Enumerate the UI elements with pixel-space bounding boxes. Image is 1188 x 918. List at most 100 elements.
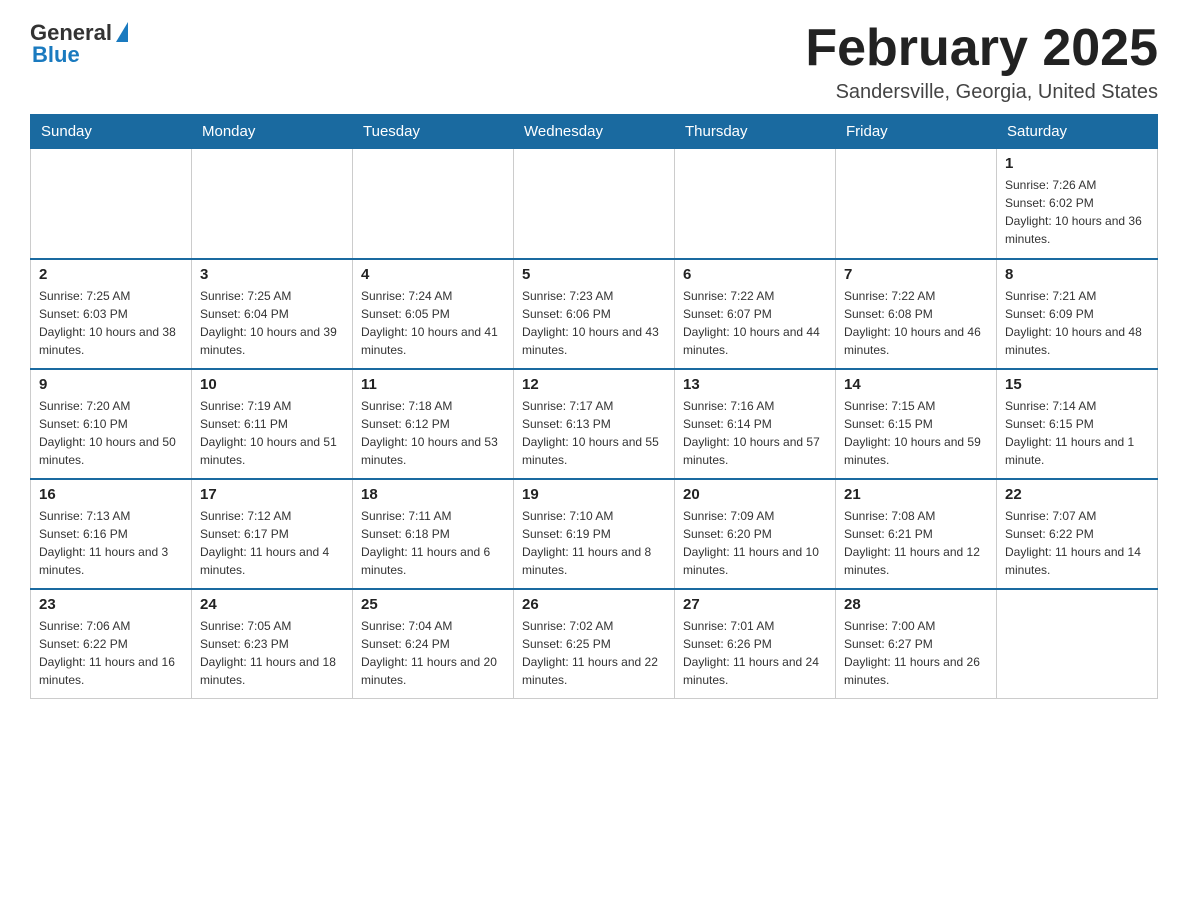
calendar-cell (192, 149, 353, 259)
day-number: 2 (39, 266, 183, 283)
calendar-header-monday: Monday (192, 115, 353, 149)
calendar-header-thursday: Thursday (675, 115, 836, 149)
calendar-week-3: 9 Sunrise: 7:20 AM Sunset: 6:10 PM Daylig… (31, 369, 1158, 479)
day-info: Sunrise: 7:13 AM Sunset: 6:16 PM Dayligh… (39, 507, 183, 579)
day-number: 9 (39, 376, 183, 393)
day-number: 1 (1005, 155, 1149, 172)
day-number: 22 (1005, 486, 1149, 503)
day-number: 13 (683, 376, 827, 393)
day-info: Sunrise: 7:17 AM Sunset: 6:13 PM Dayligh… (522, 397, 666, 469)
day-info: Sunrise: 7:22 AM Sunset: 6:07 PM Dayligh… (683, 287, 827, 359)
day-info: Sunrise: 7:23 AM Sunset: 6:06 PM Dayligh… (522, 287, 666, 359)
day-info: Sunrise: 7:06 AM Sunset: 6:22 PM Dayligh… (39, 617, 183, 689)
day-number: 3 (200, 266, 344, 283)
calendar-cell: 6 Sunrise: 7:22 AM Sunset: 6:07 PM Daylig… (675, 259, 836, 369)
calendar-cell: 10 Sunrise: 7:19 AM Sunset: 6:11 PM Dayli… (192, 369, 353, 479)
day-info: Sunrise: 7:25 AM Sunset: 6:03 PM Dayligh… (39, 287, 183, 359)
calendar-header-friday: Friday (836, 115, 997, 149)
day-number: 18 (361, 486, 505, 503)
day-number: 27 (683, 596, 827, 613)
day-info: Sunrise: 7:26 AM Sunset: 6:02 PM Dayligh… (1005, 176, 1149, 248)
day-number: 4 (361, 266, 505, 283)
calendar-cell: 11 Sunrise: 7:18 AM Sunset: 6:12 PM Dayli… (353, 369, 514, 479)
day-info: Sunrise: 7:16 AM Sunset: 6:14 PM Dayligh… (683, 397, 827, 469)
calendar-cell: 28 Sunrise: 7:00 AM Sunset: 6:27 PM Dayli… (836, 589, 997, 699)
day-number: 16 (39, 486, 183, 503)
logo-blue-text: Blue (32, 42, 80, 68)
day-info: Sunrise: 7:18 AM Sunset: 6:12 PM Dayligh… (361, 397, 505, 469)
calendar-cell: 14 Sunrise: 7:15 AM Sunset: 6:15 PM Dayli… (836, 369, 997, 479)
calendar-cell: 7Sunrise: 7:22 AM Sunset: 6:08 PM Daylig… (836, 259, 997, 369)
calendar-cell: 2 Sunrise: 7:25 AM Sunset: 6:03 PM Daylig… (31, 259, 192, 369)
day-number: 6 (683, 266, 827, 283)
calendar-header-tuesday: Tuesday (353, 115, 514, 149)
day-number: 12 (522, 376, 666, 393)
day-info: Sunrise: 7:25 AM Sunset: 6:04 PM Dayligh… (200, 287, 344, 359)
calendar-cell (353, 149, 514, 259)
calendar-cell: 1 Sunrise: 7:26 AM Sunset: 6:02 PM Daylig… (997, 149, 1158, 259)
calendar-cell: 21Sunrise: 7:08 AM Sunset: 6:21 PM Dayli… (836, 479, 997, 589)
calendar-header-wednesday: Wednesday (514, 115, 675, 149)
calendar-cell (514, 149, 675, 259)
day-info: Sunrise: 7:15 AM Sunset: 6:15 PM Dayligh… (844, 397, 988, 469)
day-number: 24 (200, 596, 344, 613)
day-info: Sunrise: 7:02 AM Sunset: 6:25 PM Dayligh… (522, 617, 666, 689)
location-subtitle: Sandersville, Georgia, United States (805, 81, 1158, 104)
calendar-cell: 9 Sunrise: 7:20 AM Sunset: 6:10 PM Daylig… (31, 369, 192, 479)
day-number: 26 (522, 596, 666, 613)
calendar-cell: 22 Sunrise: 7:07 AM Sunset: 6:22 PM Dayli… (997, 479, 1158, 589)
day-number: 5 (522, 266, 666, 283)
calendar-cell: 13 Sunrise: 7:16 AM Sunset: 6:14 PM Dayli… (675, 369, 836, 479)
calendar-header-saturday: Saturday (997, 115, 1158, 149)
day-number: 28 (844, 596, 988, 613)
calendar-cell: 23 Sunrise: 7:06 AM Sunset: 6:22 PM Dayli… (31, 589, 192, 699)
calendar-cell: 19Sunrise: 7:10 AM Sunset: 6:19 PM Dayli… (514, 479, 675, 589)
calendar-table: SundayMondayTuesdayWednesdayThursdayFrid… (30, 114, 1158, 699)
logo: General Blue (30, 20, 128, 68)
day-info: Sunrise: 7:00 AM Sunset: 6:27 PM Dayligh… (844, 617, 988, 689)
calendar-header-row: SundayMondayTuesdayWednesdayThursdayFrid… (31, 115, 1158, 149)
calendar-week-1: 1 Sunrise: 7:26 AM Sunset: 6:02 PM Daylig… (31, 149, 1158, 259)
calendar-cell: 26 Sunrise: 7:02 AM Sunset: 6:25 PM Dayli… (514, 589, 675, 699)
page-header: General Blue February 2025 Sandersville,… (30, 20, 1158, 104)
day-info: Sunrise: 7:19 AM Sunset: 6:11 PM Dayligh… (200, 397, 344, 469)
day-info: Sunrise: 7:09 AM Sunset: 6:20 PM Dayligh… (683, 507, 827, 579)
calendar-cell: 20 Sunrise: 7:09 AM Sunset: 6:20 PM Dayli… (675, 479, 836, 589)
day-info: Sunrise: 7:04 AM Sunset: 6:24 PM Dayligh… (361, 617, 505, 689)
day-info: Sunrise: 7:10 AM Sunset: 6:19 PM Dayligh… (522, 507, 666, 579)
calendar-cell: 25 Sunrise: 7:04 AM Sunset: 6:24 PM Dayli… (353, 589, 514, 699)
day-info: Sunrise: 7:21 AM Sunset: 6:09 PM Dayligh… (1005, 287, 1149, 359)
day-info: Sunrise: 7:05 AM Sunset: 6:23 PM Dayligh… (200, 617, 344, 689)
calendar-cell: 17Sunrise: 7:12 AM Sunset: 6:17 PM Dayli… (192, 479, 353, 589)
day-number: 14 (844, 376, 988, 393)
day-number: 7 (844, 266, 988, 283)
day-number: 8 (1005, 266, 1149, 283)
day-number: 11 (361, 376, 505, 393)
day-info: Sunrise: 7:08 AM Sunset: 6:21 PM Dayligh… (844, 507, 988, 579)
calendar-cell (31, 149, 192, 259)
day-number: 17 (200, 486, 344, 503)
calendar-cell (997, 589, 1158, 699)
day-number: 25 (361, 596, 505, 613)
day-info: Sunrise: 7:20 AM Sunset: 6:10 PM Dayligh… (39, 397, 183, 469)
day-info: Sunrise: 7:14 AM Sunset: 6:15 PM Dayligh… (1005, 397, 1149, 469)
calendar-cell: 5 Sunrise: 7:23 AM Sunset: 6:06 PM Daylig… (514, 259, 675, 369)
day-number: 15 (1005, 376, 1149, 393)
calendar-cell (836, 149, 997, 259)
calendar-cell: 18Sunrise: 7:11 AM Sunset: 6:18 PM Dayli… (353, 479, 514, 589)
calendar-cell: 16 Sunrise: 7:13 AM Sunset: 6:16 PM Dayli… (31, 479, 192, 589)
day-number: 23 (39, 596, 183, 613)
day-number: 10 (200, 376, 344, 393)
logo-triangle-icon (116, 22, 128, 42)
calendar-week-4: 16 Sunrise: 7:13 AM Sunset: 6:16 PM Dayli… (31, 479, 1158, 589)
calendar-cell (675, 149, 836, 259)
day-number: 20 (683, 486, 827, 503)
day-info: Sunrise: 7:07 AM Sunset: 6:22 PM Dayligh… (1005, 507, 1149, 579)
calendar-week-5: 23 Sunrise: 7:06 AM Sunset: 6:22 PM Dayli… (31, 589, 1158, 699)
calendar-cell: 27 Sunrise: 7:01 AM Sunset: 6:26 PM Dayli… (675, 589, 836, 699)
calendar-cell: 15 Sunrise: 7:14 AM Sunset: 6:15 PM Dayli… (997, 369, 1158, 479)
month-title: February 2025 (805, 20, 1158, 77)
calendar-cell: 3 Sunrise: 7:25 AM Sunset: 6:04 PM Daylig… (192, 259, 353, 369)
title-block: February 2025 Sandersville, Georgia, Uni… (805, 20, 1158, 104)
day-info: Sunrise: 7:01 AM Sunset: 6:26 PM Dayligh… (683, 617, 827, 689)
